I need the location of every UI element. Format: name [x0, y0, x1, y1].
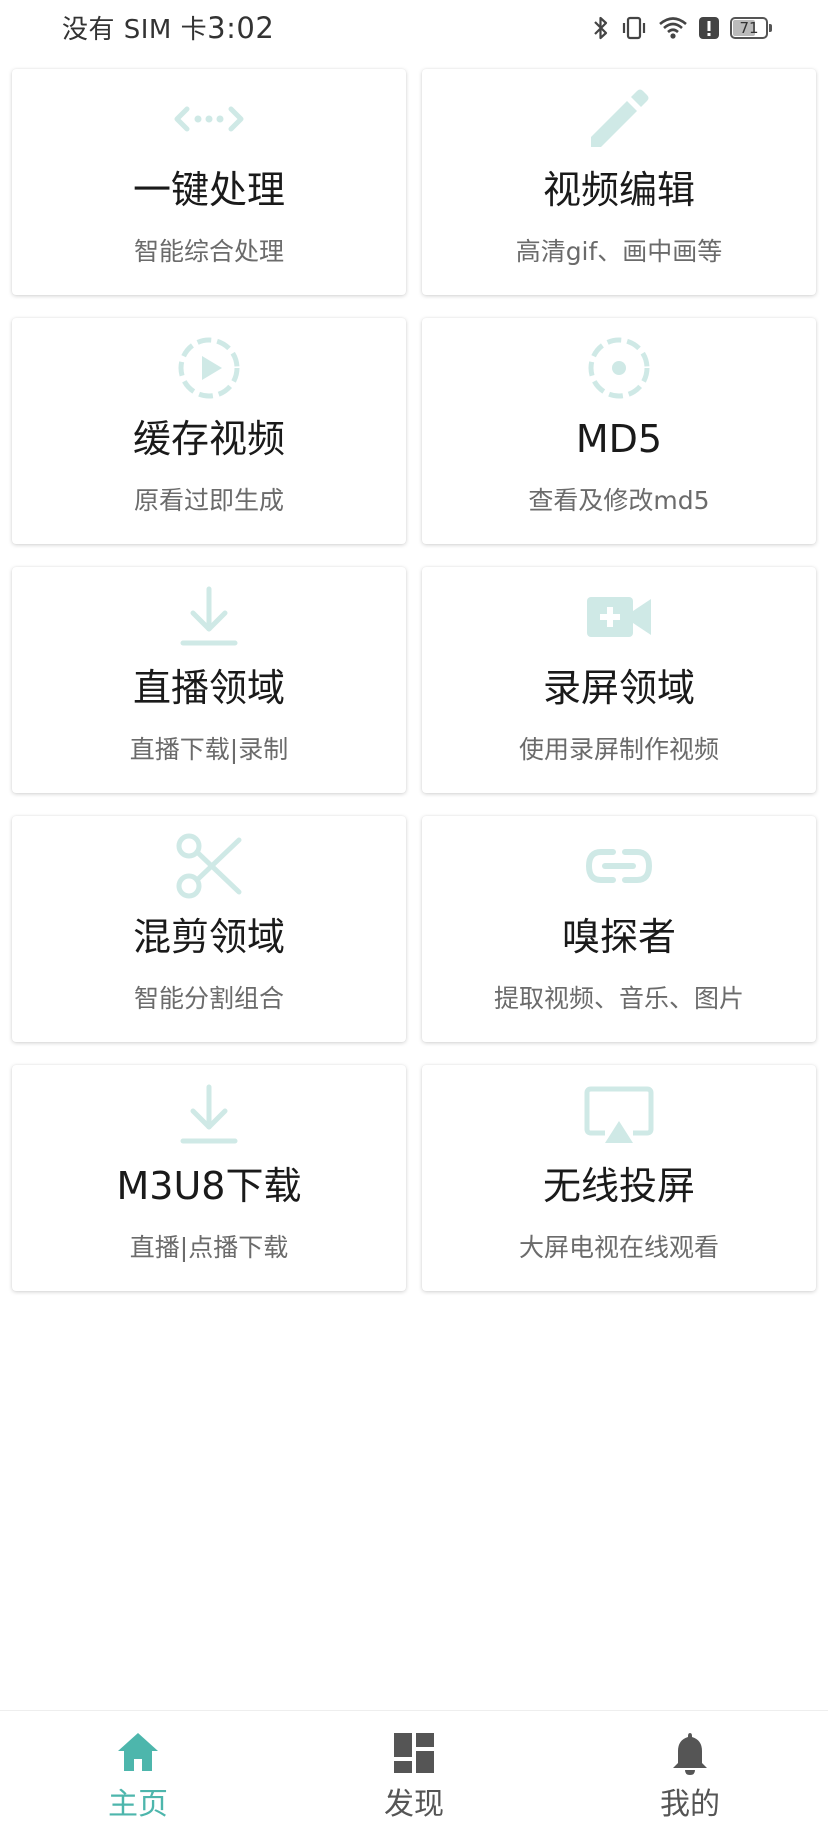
- card-video-edit[interactable]: 视频编辑 高清gif、画中画等: [422, 69, 816, 295]
- link-icon: [583, 830, 655, 902]
- card-subtitle: 查看及修改md5: [528, 486, 710, 515]
- card-screen-record[interactable]: 录屏领域 使用录屏制作视频: [422, 567, 816, 793]
- wifi-icon: [658, 15, 688, 41]
- card-title: 缓存视频: [132, 417, 285, 461]
- alert-icon: [698, 15, 720, 41]
- code-arrows-icon: [173, 83, 245, 155]
- nav-item-mine[interactable]: 我的: [590, 1711, 790, 1840]
- card-title: 直播领域: [132, 666, 285, 710]
- nav-label: 发现: [384, 1787, 444, 1822]
- card-subtitle: 使用录屏制作视频: [518, 735, 719, 764]
- status-icons: 71: [592, 12, 772, 44]
- card-m3u8-download[interactable]: M3U8下载 直播|点播下载: [12, 1065, 406, 1291]
- card-wireless-cast[interactable]: 无线投屏 大屏电视在线观看: [422, 1065, 816, 1291]
- card-cache-video[interactable]: 缓存视频 原看过即生成: [12, 318, 406, 544]
- card-title: 录屏领域: [542, 666, 695, 710]
- dashboard-icon: [390, 1729, 438, 1777]
- card-subtitle: 直播下载|录制: [129, 735, 289, 764]
- card-sniffer[interactable]: 嗅探者 提取视频、音乐、图片: [422, 816, 816, 1042]
- download-icon: [173, 1079, 245, 1151]
- app-screen: 没有 SIM 卡3:02 71 一键处理 智能综合处理 视频编辑 高清gif、画…: [0, 0, 828, 1840]
- card-title: 混剪领域: [132, 915, 285, 959]
- card-title: M3U8下载: [116, 1164, 302, 1208]
- vibrate-icon: [620, 15, 648, 41]
- card-subtitle: 提取视频、音乐、图片: [493, 984, 744, 1013]
- play-circle-dashed-icon: [173, 332, 245, 404]
- battery-icon: 71: [730, 17, 772, 39]
- battery-percent: 71: [739, 19, 759, 37]
- card-title: MD5: [575, 417, 663, 461]
- card-subtitle: 大屏电视在线观看: [518, 1233, 719, 1262]
- video-add-icon: [583, 581, 655, 653]
- nav-label: 主页: [108, 1787, 168, 1822]
- card-title: 嗅探者: [561, 915, 676, 959]
- card-subtitle: 智能分割组合: [133, 984, 284, 1013]
- home-icon: [114, 1729, 162, 1777]
- scissors-icon: [173, 830, 245, 902]
- status-bar: 没有 SIM 卡3:02 71: [0, 0, 828, 56]
- card-title: 视频编辑: [542, 168, 695, 212]
- cast-screen-icon: [583, 1079, 655, 1151]
- carrier-text: 没有 SIM 卡: [62, 15, 208, 45]
- card-subtitle: 智能综合处理: [133, 237, 284, 266]
- download-icon: [173, 581, 245, 653]
- card-title: 无线投屏: [542, 1164, 695, 1208]
- card-live-stream[interactable]: 直播领域 直播下载|录制: [12, 567, 406, 793]
- clock: 3:02: [207, 11, 275, 45]
- status-carrier-time: 没有 SIM 卡3:02: [62, 10, 274, 48]
- dashed-circle-icon: [583, 332, 655, 404]
- card-mix-cut[interactable]: 混剪领域 智能分割组合: [12, 816, 406, 1042]
- card-one-click-process[interactable]: 一键处理 智能综合处理: [12, 69, 406, 295]
- card-subtitle: 高清gif、画中画等: [515, 237, 723, 266]
- bottom-nav: 主页 发现 我的: [0, 1710, 828, 1840]
- bluetooth-icon: [592, 15, 610, 41]
- pencil-icon: [583, 83, 655, 155]
- nav-label: 我的: [660, 1787, 720, 1822]
- bell-icon: [666, 1729, 714, 1777]
- card-subtitle: 原看过即生成: [133, 486, 284, 515]
- nav-item-home[interactable]: 主页: [38, 1711, 238, 1840]
- nav-item-discover[interactable]: 发现: [314, 1711, 514, 1840]
- card-subtitle: 直播|点播下载: [129, 1233, 289, 1262]
- card-title: 一键处理: [132, 168, 285, 212]
- card-md5[interactable]: MD5 查看及修改md5: [422, 318, 816, 544]
